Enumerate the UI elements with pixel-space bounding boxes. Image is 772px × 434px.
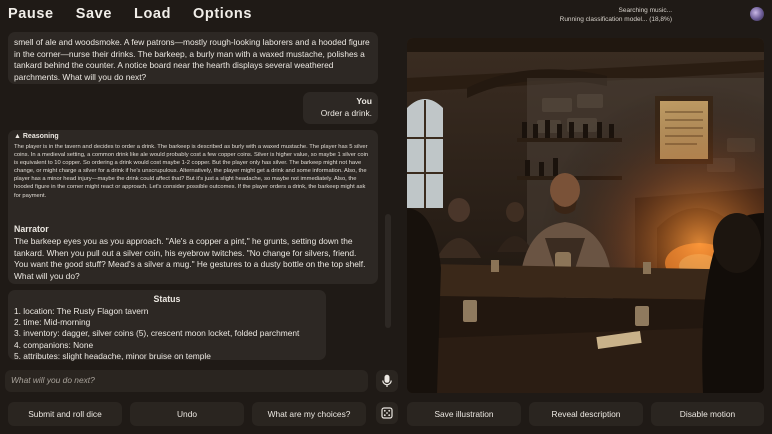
main-menu: Pause Save Load Options <box>8 6 274 22</box>
choices-button[interactable]: What are my choices? <box>252 402 366 426</box>
dice-button[interactable] <box>376 402 398 424</box>
avatar-icon[interactable] <box>750 7 764 21</box>
chat-scrollbar[interactable] <box>385 214 391 328</box>
narrator-message-text: The barkeep eyes you as you approach. "A… <box>14 236 372 282</box>
narrator-message: Narrator The barkeep eyes you as you app… <box>8 220 378 284</box>
message-text: smell of ale and woodsmoke. A few patron… <box>14 37 370 82</box>
status-line: 5. attributes: slight headache, minor br… <box>14 351 320 362</box>
scene-illustration <box>407 38 764 393</box>
action-input[interactable]: What will you do next? <box>5 370 368 392</box>
narrator-message-intro: smell of ale and woodsmoke. A few patron… <box>8 32 378 84</box>
submit-and-roll-button[interactable]: Submit and roll dice <box>8 402 122 426</box>
disable-motion-button[interactable]: Disable motion <box>651 402 764 426</box>
background-status: Searching music... Running classificatio… <box>560 6 672 24</box>
status-line: 1. location: The Rusty Flagon tavern <box>14 306 320 317</box>
player-label: You <box>309 96 372 106</box>
load-menu-item[interactable]: Load <box>134 6 171 22</box>
status-line-music: Searching music... <box>560 6 672 15</box>
top-bar: Pause Save Load Options Searching music.… <box>0 0 772 30</box>
reasoning-text: The player is in the tavern and decides … <box>14 143 372 200</box>
pause-menu-item[interactable]: Pause <box>8 6 54 22</box>
status-line: 2. time: Mid-morning <box>14 317 320 328</box>
action-input-placeholder: What will you do next? <box>11 375 95 385</box>
player-message-text: Order a drink. <box>309 108 372 118</box>
reasoning-toggle[interactable]: ▲ Reasoning <box>14 133 372 140</box>
status-line: 4. companions: None <box>14 340 320 351</box>
save-menu-item[interactable]: Save <box>76 6 112 22</box>
save-illustration-button[interactable]: Save illustration <box>407 402 521 426</box>
microphone-button[interactable] <box>376 370 398 392</box>
narrator-label: Narrator <box>14 224 372 234</box>
tavern-scene-image <box>407 38 764 393</box>
status-heading: Status <box>14 294 320 304</box>
reveal-description-button[interactable]: Reveal description <box>529 402 643 426</box>
undo-button[interactable]: Undo <box>130 402 244 426</box>
options-menu-item[interactable]: Options <box>193 6 252 22</box>
chat-log[interactable]: smell of ale and woodsmoke. A few patron… <box>0 32 400 362</box>
dice-icon <box>381 407 393 419</box>
status-line: 3. inventory: dagger, silver coins (5), … <box>14 328 320 339</box>
status-line-model: Running classification model... (18,8%) <box>560 15 672 24</box>
player-message: You Order a drink. <box>303 92 378 124</box>
status-block: Status 1. location: The Rusty Flagon tav… <box>8 290 326 360</box>
microphone-icon <box>381 374 393 388</box>
